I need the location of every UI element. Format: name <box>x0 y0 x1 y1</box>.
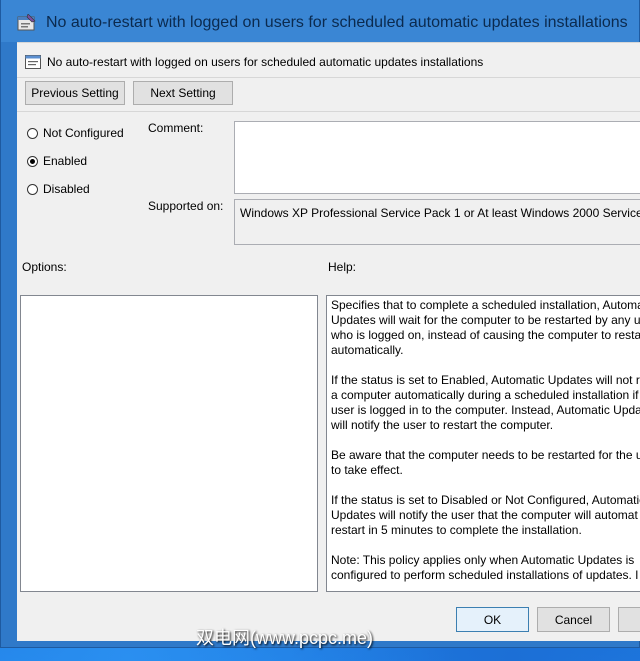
nav-divider <box>17 111 640 112</box>
previous-setting-button[interactable]: Previous Setting <box>25 81 125 105</box>
top-divider <box>17 42 640 43</box>
radio-not-configured-label: Not Configured <box>43 126 124 140</box>
watermark-text: 双电网(www.pcpc.me) <box>196 628 374 648</box>
radio-enabled[interactable]: Enabled <box>27 153 87 169</box>
dialog-client-area: No auto-restart with logged on users for… <box>17 42 640 641</box>
help-paragraph: Specifies that to complete a scheduled i… <box>331 298 640 357</box>
help-paragraph: Note: This policy applies only when Auto… <box>331 553 639 582</box>
radio-enabled-circle[interactable] <box>27 155 38 167</box>
options-label: Options: <box>22 260 67 274</box>
policy-header: No auto-restart with logged on users for… <box>25 52 483 72</box>
window-title: No auto-restart with logged on users for… <box>46 14 628 31</box>
title-bar[interactable]: No auto-restart with logged on users for… <box>1 0 639 42</box>
comment-textarea[interactable] <box>234 121 640 194</box>
radio-not-configured[interactable]: Not Configured <box>27 125 124 141</box>
policy-app-icon <box>17 14 36 31</box>
cancel-button[interactable]: Cancel <box>537 607 610 632</box>
radio-disabled-label: Disabled <box>43 182 90 196</box>
help-panel[interactable]: Specifies that to complete a scheduled i… <box>326 295 640 592</box>
comment-label: Comment: <box>148 121 204 135</box>
ok-button[interactable]: OK <box>456 607 529 632</box>
radio-not-configured-circle[interactable] <box>27 127 38 139</box>
header-divider <box>17 77 640 78</box>
options-panel <box>20 295 318 592</box>
help-label: Help: <box>328 260 357 274</box>
help-paragraph: If the status is set to Enabled, Automat… <box>331 373 640 432</box>
policy-setting-icon <box>25 55 41 69</box>
policy-dialog: No auto-restart with logged on users for… <box>0 0 640 648</box>
apply-button[interactable]: A <box>618 607 640 632</box>
supported-on-label: Supported on: <box>148 199 224 213</box>
radio-disabled-circle[interactable] <box>27 183 38 195</box>
policy-name: No auto-restart with logged on users for… <box>47 55 484 69</box>
radio-disabled[interactable]: Disabled <box>27 181 90 197</box>
radio-enabled-label: Enabled <box>43 154 88 168</box>
help-paragraph: If the status is set to Disabled or Not … <box>331 493 640 537</box>
help-paragraph: Be aware that the computer needs to be r… <box>331 448 640 477</box>
supported-on-field: Windows XP Professional Service Pack 1 o… <box>234 199 640 245</box>
next-setting-button[interactable]: Next Setting <box>133 81 233 105</box>
